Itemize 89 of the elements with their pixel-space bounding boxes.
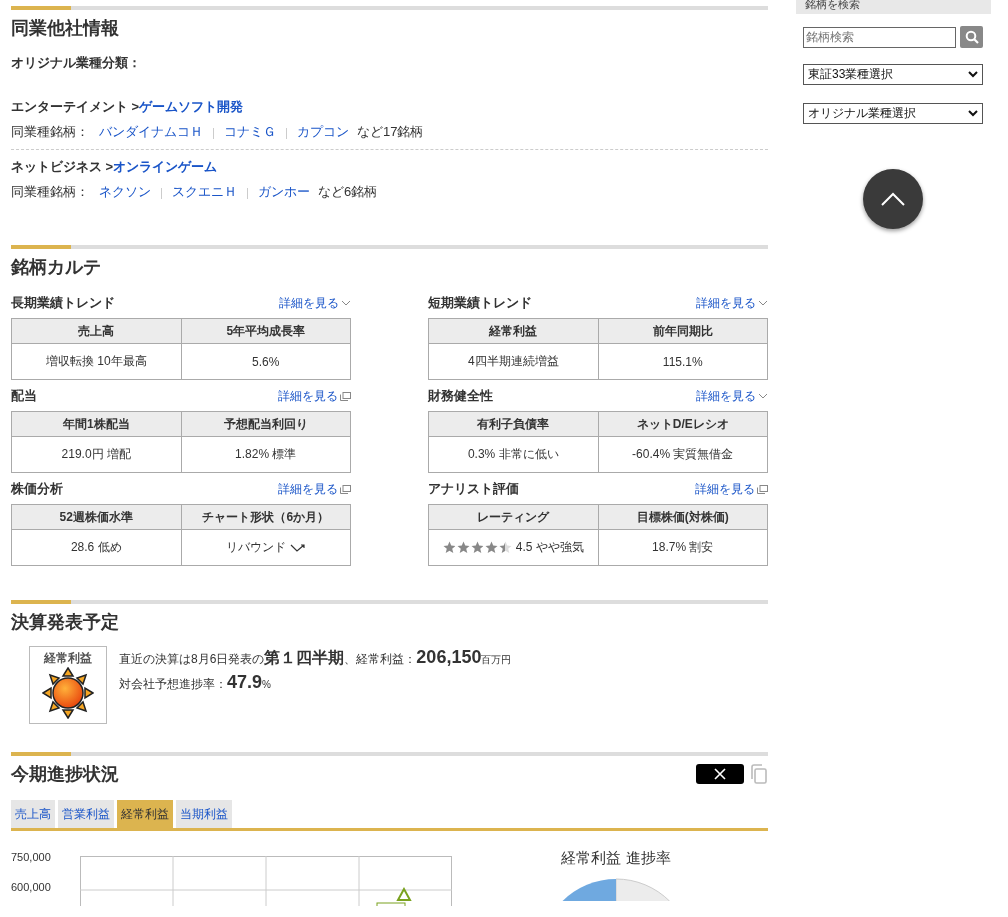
trend-rebound-icon <box>289 542 306 553</box>
peer-link[interactable]: ガンホー <box>258 183 310 201</box>
table-cell: 1.82% 標準 <box>181 437 351 473</box>
table-header: チャート形状（6か月） <box>181 505 351 530</box>
industry-link[interactable]: ゲームソフト開発 <box>139 99 244 114</box>
chevron-down-icon <box>968 110 978 117</box>
industry-link[interactable]: オンラインゲーム <box>113 159 218 174</box>
x-share-button[interactable] <box>696 764 744 784</box>
table-cell: 115.1% <box>598 344 768 380</box>
chevron-up-icon <box>880 192 906 206</box>
details-link[interactable]: 詳細を見る <box>696 387 756 405</box>
table-header: 52週株価水準 <box>12 505 182 530</box>
table-cell: 18.7% 割安 <box>598 530 768 566</box>
sector-label: エンターテイメント > <box>11 99 140 114</box>
card-title: 短期業績トレンド <box>428 294 532 312</box>
search-icon <box>964 30 979 44</box>
details-link[interactable]: 詳細を見る <box>279 294 339 312</box>
table-header: 前年同期比 <box>598 319 768 344</box>
rating-text: 4.5 やや強気 <box>515 539 584 556</box>
chevron-down-icon <box>758 300 768 306</box>
sun-icon <box>42 667 94 719</box>
peer-link[interactable]: コナミＧ <box>224 123 276 141</box>
chart-tab[interactable]: 売上高 <box>11 800 55 828</box>
table-cell: 0.3% 非常に低い <box>429 437 599 473</box>
chevron-down-icon <box>758 393 768 399</box>
table-cell: 28.6 低め <box>12 530 182 566</box>
table-header: 5年平均成長率 <box>181 319 351 344</box>
back-to-top-button[interactable] <box>863 169 923 229</box>
table-cell: 4四半期連続増益 <box>429 344 599 380</box>
details-link[interactable]: 詳細を見る <box>695 480 755 498</box>
peer-link[interactable]: カプコン <box>297 123 349 141</box>
sector-label: ネットビジネス > <box>11 159 114 174</box>
axis-tick-label: 750,000 <box>11 851 52 863</box>
peer-count: など6銘柄 <box>318 183 378 201</box>
axis-tick-label: 600,000 <box>11 881 52 893</box>
peer-count: など17銘柄 <box>357 123 424 141</box>
table-cell: 5.6% <box>181 344 351 380</box>
card-title: 財務健全性 <box>428 387 493 405</box>
card-title: アナリスト評価 <box>428 480 519 498</box>
star-icon <box>470 541 484 554</box>
table-cell: -60.4% 実質無借金 <box>598 437 768 473</box>
card-title: 長期業績トレンド <box>11 294 115 312</box>
badge-label: 経常利益 <box>44 650 92 667</box>
peer-link[interactable]: ネクソン <box>99 183 151 201</box>
star-icon <box>484 541 498 554</box>
search-button[interactable] <box>960 26 983 48</box>
section-title: 同業他社情報 <box>11 17 120 40</box>
peer-link[interactable]: スクエニＨ <box>172 183 237 201</box>
new-window-icon <box>340 391 351 401</box>
table-header: 年間1株配当 <box>12 412 182 437</box>
star-icon <box>456 541 470 554</box>
new-window-icon <box>340 484 351 494</box>
details-link[interactable]: 詳細を見る <box>278 387 338 405</box>
table-header: 有利子負債率 <box>429 412 599 437</box>
industry-dropdown[interactable]: 東証33業種選択 <box>803 64 983 85</box>
new-window-icon <box>757 484 768 494</box>
table-header: ネットD/Eレシオ <box>598 412 768 437</box>
star-icon <box>498 541 512 554</box>
x-logo-icon <box>714 768 726 780</box>
peers-label: 同業種銘柄： <box>11 183 89 201</box>
earnings-text: 直近の決算は8月6日発表の第１四半期、経常利益：206,150百万円 <box>119 646 512 669</box>
card-title: 配当 <box>11 387 37 405</box>
search-field[interactable]: 銘柄検索 <box>803 26 956 48</box>
table-cell: 219.0円 増配 <box>12 437 182 473</box>
table-header: 売上高 <box>12 319 182 344</box>
table-cell: リバウンド <box>225 539 286 556</box>
table-header: 経常利益 <box>429 319 599 344</box>
peers-label: 同業種銘柄： <box>11 123 89 141</box>
section-title: 決算発表予定 <box>11 611 120 634</box>
section-title: 今期進捗状況 <box>11 763 119 786</box>
earnings-text: 対会社予想進捗率：47.9% <box>119 671 272 694</box>
details-link[interactable]: 詳細を見る <box>278 480 338 498</box>
table-cell: 増収転換 10年最高 <box>12 344 182 380</box>
section-title: 銘柄カルテ <box>11 256 102 279</box>
card-title: 株価分析 <box>11 480 63 498</box>
chart-title: 経常利益 進捗率 <box>561 849 671 868</box>
chart-tab[interactable]: 経常利益 <box>117 800 173 828</box>
industry-dropdown[interactable]: オリジナル業種選択 <box>803 103 983 124</box>
chart-tab[interactable]: 営業利益 <box>58 800 114 828</box>
details-link[interactable]: 詳細を見る <box>696 294 756 312</box>
table-header: 目標株価(対株価) <box>598 505 768 530</box>
chart-tab[interactable]: 当期利益 <box>176 800 232 828</box>
table-header: レーティング <box>429 505 599 530</box>
table-header: 予想配当利回り <box>181 412 351 437</box>
chevron-down-icon <box>341 300 351 306</box>
star-icon <box>442 541 456 554</box>
peer-link[interactable]: バンダイナムコＨ <box>99 123 203 141</box>
chevron-down-icon <box>968 71 978 78</box>
classification-label: オリジナル業種分類： <box>11 54 142 72</box>
